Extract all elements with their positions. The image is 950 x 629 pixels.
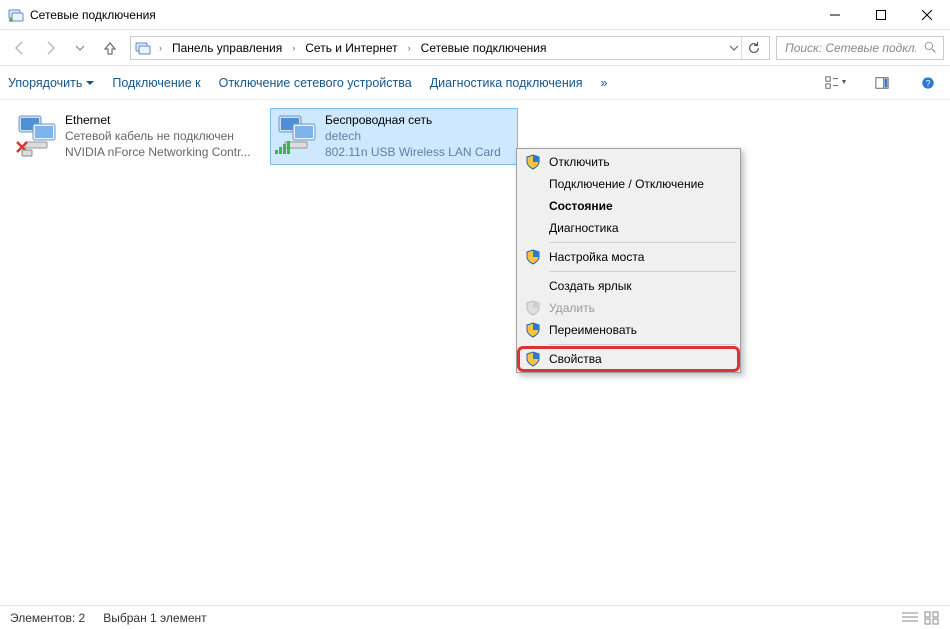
up-button[interactable] <box>96 34 124 62</box>
chevron-right-icon[interactable]: › <box>406 43 413 53</box>
breadcrumb-item[interactable]: Сетевые подключения <box>419 39 549 57</box>
connection-text: Беспроводная сеть detech 802.11n USB Wir… <box>325 112 501 161</box>
content-area[interactable]: Ethernet Сетевой кабель не подключен NVI… <box>0 100 950 605</box>
status-item-count: Элементов: 2 <box>10 611 85 625</box>
ctx-rename[interactable]: Переименовать <box>519 319 738 341</box>
location-icon <box>135 40 151 56</box>
close-button[interactable] <box>904 0 950 30</box>
preview-pane-button[interactable] <box>868 72 896 94</box>
ctx-disable[interactable]: Отключить <box>519 151 738 173</box>
search-box[interactable] <box>776 36 944 60</box>
forward-button[interactable] <box>36 34 64 62</box>
uac-shield-icon <box>525 154 541 170</box>
search-input[interactable] <box>783 40 918 56</box>
ctx-status[interactable]: Состояние <box>519 195 738 217</box>
connection-status: detech <box>325 128 501 144</box>
recent-dropdown-button[interactable] <box>66 34 94 62</box>
context-menu: Отключить Подключение / Отключение Состо… <box>516 148 741 373</box>
help-button[interactable]: ? <box>914 72 942 94</box>
maximize-button[interactable] <box>858 0 904 30</box>
breadcrumb[interactable]: › Панель управления › Сеть и Интернет › … <box>130 36 770 60</box>
view-options-button[interactable]: ▼ <box>822 72 850 94</box>
connection-item-wireless[interactable]: Беспроводная сеть detech 802.11n USB Wir… <box>270 108 518 165</box>
separator <box>549 271 736 272</box>
separator <box>549 242 736 243</box>
refresh-button[interactable] <box>741 37 765 59</box>
svg-text:?: ? <box>926 78 931 88</box>
large-icons-view-button[interactable] <box>924 611 940 625</box>
diagnose-button[interactable]: Диагностика подключения <box>430 76 583 90</box>
window-title: Сетевые подключения <box>30 8 812 22</box>
connection-name: Беспроводная сеть <box>325 112 501 128</box>
ctx-connect-disconnect[interactable]: Подключение / Отключение <box>519 173 738 195</box>
address-bar: › Панель управления › Сеть и Интернет › … <box>0 30 950 66</box>
status-selection: Выбран 1 элемент <box>103 611 206 625</box>
status-bar: Элементов: 2 Выбран 1 элемент <box>0 605 950 629</box>
uac-shield-icon <box>525 249 541 265</box>
organize-menu[interactable]: Упорядочить <box>8 76 94 90</box>
signal-bars-icon <box>275 140 293 152</box>
ctx-diagnose[interactable]: Диагностика <box>519 217 738 239</box>
search-icon[interactable] <box>924 41 937 54</box>
connection-text: Ethernet Сетевой кабель не подключен NVI… <box>65 112 250 161</box>
details-view-button[interactable] <box>902 611 918 625</box>
connection-device: 802.11n USB Wireless LAN Card <box>325 144 501 160</box>
titlebar: Сетевые подключения <box>0 0 950 30</box>
disable-device-button[interactable]: Отключение сетевого устройства <box>219 76 412 90</box>
ctx-properties[interactable]: Свойства <box>519 348 738 370</box>
uac-shield-icon <box>525 300 541 316</box>
breadcrumb-item[interactable]: Панель управления <box>170 39 284 57</box>
chevron-right-icon[interactable]: › <box>290 43 297 53</box>
disconnected-overlay-icon <box>15 140 33 152</box>
connection-name: Ethernet <box>65 112 250 128</box>
connection-status: Сетевой кабель не подключен <box>65 128 250 144</box>
network-adapter-icon <box>15 112 57 152</box>
breadcrumb-item[interactable]: Сеть и Интернет <box>303 39 399 57</box>
toolbar-overflow-button[interactable]: » <box>601 76 608 90</box>
address-history-dropdown[interactable] <box>729 43 739 53</box>
back-button[interactable] <box>6 34 34 62</box>
connect-to-button[interactable]: Подключение к <box>112 76 200 90</box>
minimize-button[interactable] <box>812 0 858 30</box>
uac-shield-icon <box>525 351 541 367</box>
command-bar: Упорядочить Подключение к Отключение сет… <box>0 66 950 100</box>
ctx-delete: Удалить <box>519 297 738 319</box>
window-buttons <box>812 0 950 30</box>
ctx-create-shortcut[interactable]: Создать ярлык <box>519 275 738 297</box>
connection-device: NVIDIA nForce Networking Contr... <box>65 144 250 160</box>
window-sys-icon <box>8 7 24 23</box>
ctx-bridge[interactable]: Настройка моста <box>519 246 738 268</box>
network-adapter-icon <box>275 112 317 152</box>
connection-item-ethernet[interactable]: Ethernet Сетевой кабель не подключен NVI… <box>10 108 258 165</box>
chevron-right-icon[interactable]: › <box>157 43 164 53</box>
separator <box>549 344 736 345</box>
uac-shield-icon <box>525 322 541 338</box>
